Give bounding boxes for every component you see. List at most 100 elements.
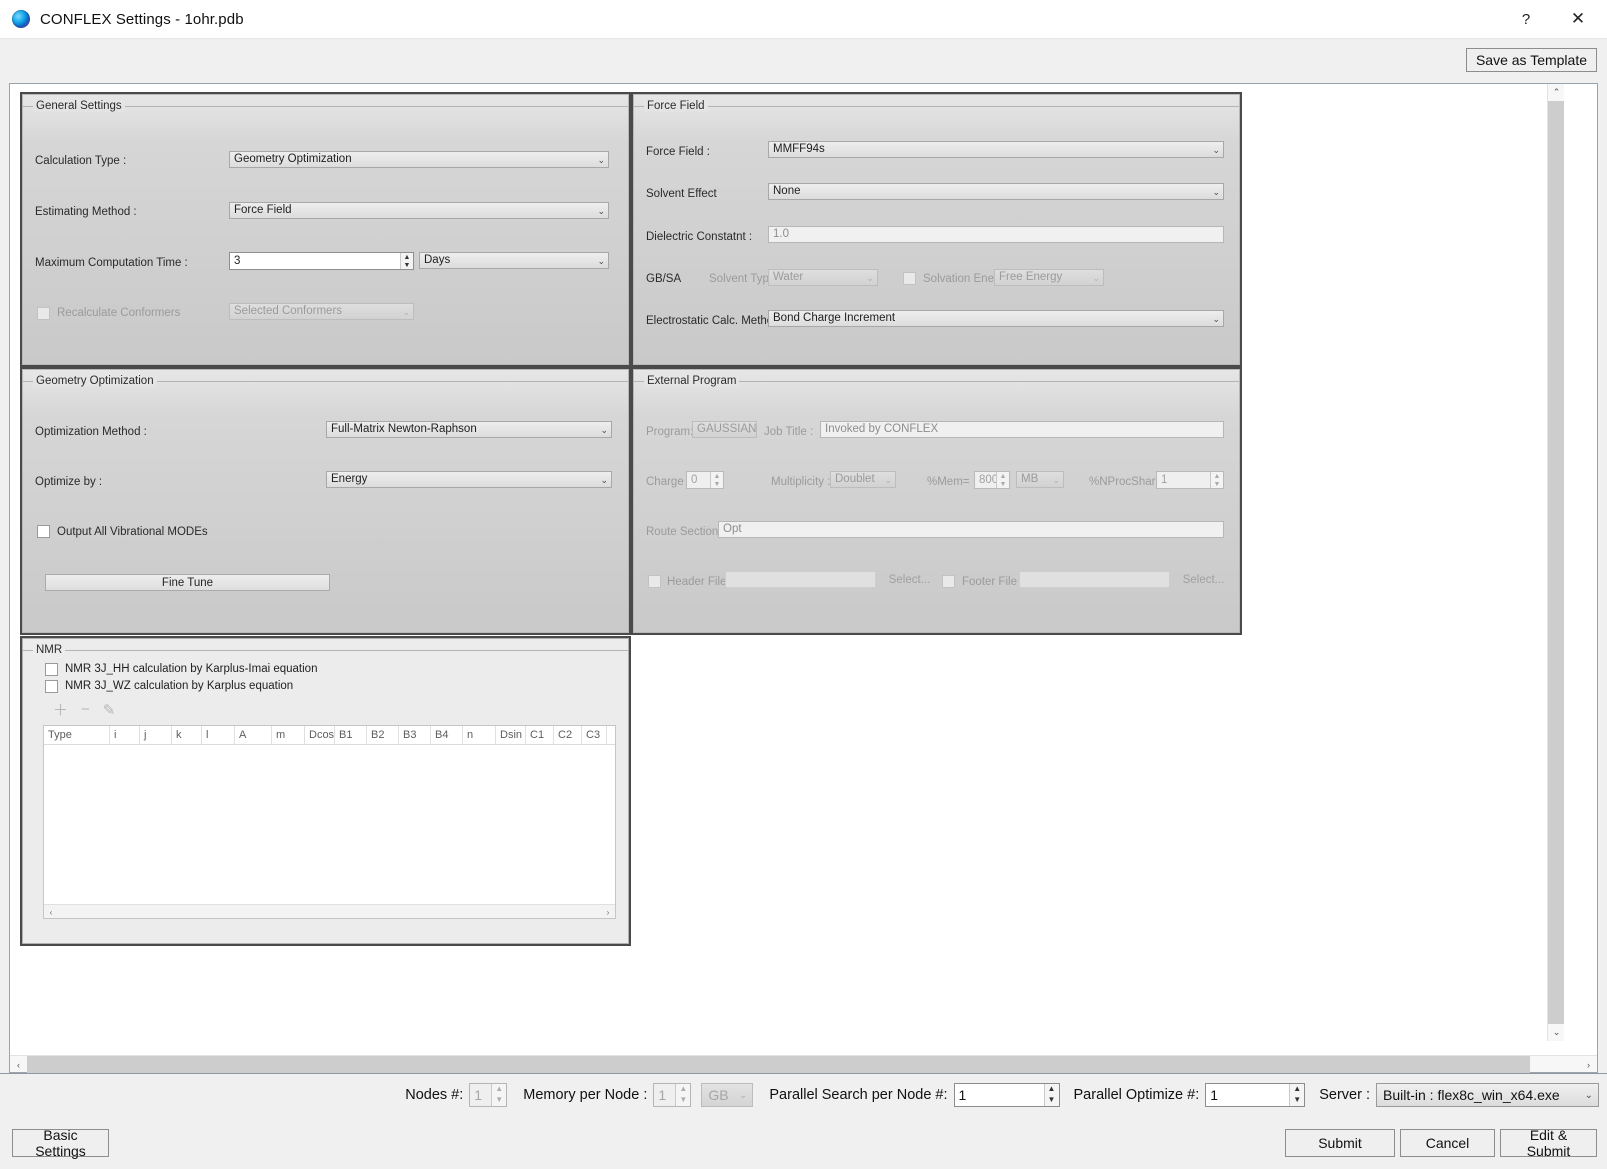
footer-file-checkbox[interactable]	[942, 575, 955, 588]
nmr-column-header[interactable]: C3	[582, 726, 607, 744]
save-as-template-button[interactable]: Save as Template	[1465, 48, 1597, 72]
add-icon[interactable]: ＋	[53, 699, 68, 720]
nmr-table-body[interactable]	[44, 745, 615, 900]
scroll-down-icon[interactable]: ⌄	[1548, 1024, 1564, 1041]
calculation-type-select[interactable]: Geometry Optimization ⌄	[229, 151, 609, 168]
spinner-buttons[interactable]: ▲ ▼	[996, 472, 1009, 488]
window-title: CONFLEX Settings - 1ohr.pdb	[40, 10, 244, 28]
spinner-buttons[interactable]: ▲ ▼	[1043, 1083, 1059, 1106]
scroll-right-icon[interactable]: ›	[1580, 1056, 1597, 1073]
scroll-up-icon[interactable]: ⌃	[1548, 84, 1564, 101]
optimize-by-select[interactable]: Energy ⌄	[326, 471, 612, 488]
parallel-search-input[interactable]: 1 ▲ ▼	[953, 1082, 1060, 1107]
chevron-down-icon: ⌄	[866, 273, 874, 283]
main-vertical-scrollbar[interactable]: ⌃ ⌄	[1547, 84, 1564, 1041]
estimating-method-select[interactable]: Force Field ⌄	[229, 202, 609, 219]
route-section-input[interactable]: Opt	[718, 521, 1224, 538]
nmr-column-header[interactable]: j	[140, 726, 172, 744]
help-icon[interactable]: ?	[1503, 0, 1549, 39]
output-all-vibrational-modes-checkbox[interactable]	[37, 525, 50, 538]
nmr-column-header[interactable]: B1	[335, 726, 367, 744]
spinner-buttons[interactable]: ▲ ▼	[400, 253, 413, 269]
program-select[interactable]: GAUSSIAN ⌄	[692, 421, 757, 438]
footer-file-input[interactable]	[1019, 571, 1170, 588]
nmr-column-header[interactable]: Dsin	[496, 726, 526, 744]
mem-unit-select[interactable]: MB ⌄	[1016, 471, 1064, 488]
optimization-method-label: Optimization Method :	[35, 426, 147, 438]
nmr-3jwz-checkbox[interactable]	[45, 680, 58, 693]
nmr-column-header[interactable]: B4	[431, 726, 463, 744]
nmr-column-header[interactable]: B2	[367, 726, 399, 744]
solvation-energy-select[interactable]: Free Energy ⌄	[994, 269, 1104, 286]
header-file-input[interactable]	[725, 571, 876, 588]
cancel-button[interactable]: Cancel	[1400, 1129, 1495, 1157]
nmr-table[interactable]: Type i j k l Am Dcos B1 B2 B3 B4 n Dsin C1 C2 C3 ‹ ›	[43, 725, 616, 919]
nodes-input[interactable]: 1 ▲ ▼	[469, 1082, 508, 1107]
nmr-column-header[interactable]: Dcos	[305, 726, 335, 744]
nmr-column-header[interactable]: Type	[44, 726, 110, 744]
parallel-optimize-input[interactable]: 1 ▲ ▼	[1205, 1082, 1306, 1107]
submit-button[interactable]: Submit	[1285, 1129, 1395, 1157]
nmr-column-header[interactable]: i	[110, 726, 140, 744]
chevron-down-icon: ⌄	[745, 425, 753, 435]
edit-icon[interactable]: ✎	[103, 701, 116, 719]
scroll-left-icon[interactable]: ‹	[10, 1056, 27, 1073]
chevron-down-icon: ⌄	[402, 307, 410, 317]
nmr-column-header[interactable]: k	[172, 726, 202, 744]
remove-icon[interactable]: −	[81, 701, 90, 718]
spinner-buttons[interactable]: ▲ ▼	[1210, 472, 1223, 488]
charge-input[interactable]: 0 ▲ ▼	[686, 471, 724, 489]
multiplicity-select[interactable]: Doublet ⌄	[830, 471, 896, 488]
spinner-buttons[interactable]: ▲ ▼	[491, 1083, 507, 1106]
solvation-energy-checkbox[interactable]	[903, 272, 916, 285]
nmr-column-header[interactable]: m	[272, 726, 305, 744]
electrostatic-method-select[interactable]: Bond Charge Increment ⌄	[768, 310, 1224, 327]
solvent-effect-select[interactable]: None ⌄	[768, 183, 1224, 200]
nmr-table-hscrollbar[interactable]: ‹ ›	[44, 904, 615, 918]
header-file-select-button[interactable]: Select...	[883, 571, 936, 588]
job-title-input[interactable]: Invoked by CONFLEX	[820, 421, 1224, 438]
main-horizontal-scrollbar[interactable]: ‹ ›	[10, 1055, 1597, 1073]
edit-submit-button[interactable]: Edit & Submit	[1500, 1127, 1597, 1159]
optimization-method-select[interactable]: Full-Matrix Newton-Raphson ⌄	[326, 421, 612, 438]
maximum-computation-time-value: 3	[234, 255, 241, 267]
server-select[interactable]: Built-in : flex8c_win_x64.exe ⌄	[1376, 1082, 1599, 1107]
scroll-right-icon[interactable]: ›	[601, 905, 615, 919]
mem-label: %Mem=	[927, 476, 970, 488]
header-file-checkbox[interactable]	[648, 575, 661, 588]
memory-unit-select[interactable]: GB ⌄	[701, 1082, 754, 1107]
nmr-column-header[interactable]: C1	[526, 726, 554, 744]
recalculate-scope-select[interactable]: Selected Conformers ⌄	[229, 303, 414, 320]
time-unit-select[interactable]: Days ⌄	[419, 252, 609, 269]
mem-input[interactable]: 800 ▲ ▼	[974, 471, 1010, 489]
dielectric-constant-input[interactable]: 1.0	[768, 226, 1224, 243]
spinner-down-icon: ▼	[495, 1095, 504, 1104]
maximum-computation-time-input[interactable]: 3 ▲ ▼	[229, 252, 414, 270]
force-field-select[interactable]: MMFF94s ⌄	[768, 141, 1224, 158]
nmr-column-header[interactable]: A	[235, 726, 272, 744]
output-all-vibrational-modes-label: Output All Vibrational MODEs	[57, 526, 208, 538]
close-icon[interactable]: ✕	[1549, 0, 1607, 39]
nmr-column-header[interactable]: C2	[554, 726, 582, 744]
spinner-buttons[interactable]: ▲ ▼	[1289, 1083, 1305, 1106]
solvent-type-select[interactable]: Water ⌄	[768, 269, 878, 286]
nproc-input[interactable]: 1 ▲ ▼	[1156, 471, 1224, 489]
scroll-left-icon[interactable]: ‹	[44, 905, 58, 919]
recalculate-conformers-checkbox[interactable]	[37, 307, 50, 320]
nmr-3jhh-checkbox[interactable]	[45, 663, 58, 676]
chevron-down-icon: ⌄	[1092, 273, 1100, 283]
nmr-column-header[interactable]: B3	[399, 726, 431, 744]
spinner-buttons[interactable]: ▲ ▼	[675, 1083, 691, 1106]
nmr-column-header[interactable]: n	[463, 726, 496, 744]
fine-tune-button[interactable]: Fine Tune	[45, 574, 330, 591]
solvent-type-value: Water	[773, 271, 804, 283]
footer-file-select-button[interactable]: Select...	[1177, 571, 1230, 588]
horizontal-scroll-thumb[interactable]	[27, 1056, 1530, 1073]
chevron-down-icon: ⌄	[597, 256, 605, 266]
spinner-buttons[interactable]: ▲ ▼	[710, 472, 723, 488]
memory-per-node-input[interactable]: 1 ▲ ▼	[653, 1082, 692, 1107]
route-section-label: Route Section :	[646, 526, 725, 538]
basic-settings-button[interactable]: Basic Settings	[12, 1127, 109, 1159]
vertical-scroll-thumb[interactable]	[1548, 101, 1564, 1024]
nmr-column-header[interactable]: l	[202, 726, 235, 744]
